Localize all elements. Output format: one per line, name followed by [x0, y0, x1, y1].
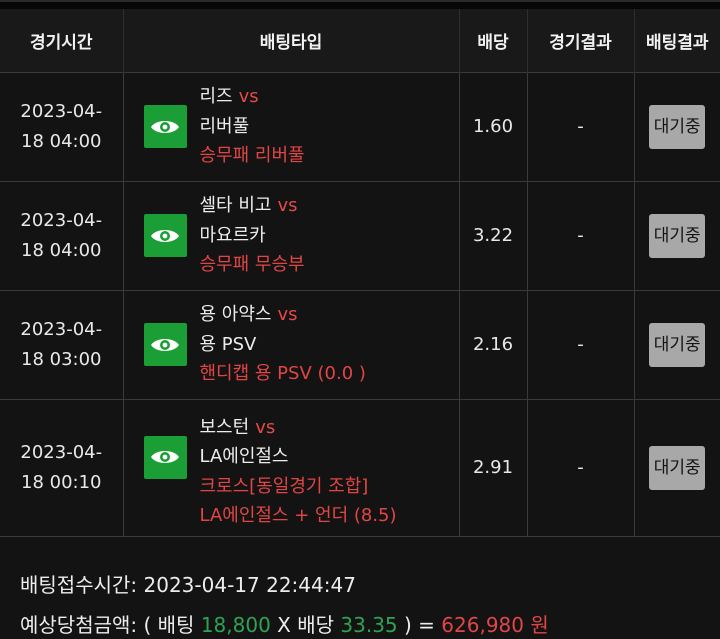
bet-type-cell: 셀타 비고 vs 마요르카 승무패 무승부	[123, 180, 460, 290]
match-time-part: 18 04:00	[21, 130, 102, 152]
total-odds: 33.35	[340, 613, 398, 637]
stake-amount: 18,800	[200, 613, 271, 637]
bet-pick: 승무패 무승부	[199, 254, 305, 276]
expected-payout-line: 예상당첨금액: ( 배팅 18,800 X 배당 33.35 ) = 626,9…	[20, 605, 549, 639]
odds-value: 3.22	[459, 180, 528, 290]
bet-pick: 크로스[동일경기 조합]	[199, 475, 369, 497]
game-result: -	[527, 289, 635, 399]
status-button[interactable]: 대기중	[649, 213, 706, 258]
eye-icon[interactable]	[143, 435, 187, 479]
top-bar-accent	[0, 0, 720, 2]
game-result: -	[527, 71, 635, 181]
header-bet-type: 배팅타입	[123, 9, 460, 72]
bet-type-cell: 리즈 vs 리버풀 승무패 리버풀	[123, 71, 460, 181]
receipt-time-line: 배팅접수시간: 2023-04-17 22:44:47	[20, 565, 549, 605]
vs-label: vs	[277, 195, 298, 217]
bet-summary: 배팅접수시간: 2023-04-17 22:44:47 예상당첨금액: ( 배팅…	[20, 565, 549, 639]
times-odds-label: X 배당	[277, 613, 335, 637]
bet-history-table: 경기시간 배팅타입 배당 경기결과 배팅결과 2023-04- 18 04:00 …	[0, 9, 720, 537]
bet-type-cell: 용 아약스 vs 용 PSV 핸디캡 용 PSV (0.0 )	[123, 289, 460, 399]
match-time: 2023-04- 18 04:00	[0, 71, 124, 181]
status-button[interactable]: 대기중	[649, 104, 706, 149]
eye-icon[interactable]	[143, 323, 187, 366]
table-row: 2023-04- 18 04:00 리즈 vs 리버풀 승무패 리버풀 1.60 -…	[0, 71, 720, 181]
header-time: 경기시간	[0, 9, 124, 72]
home-team: 용 아약스	[199, 304, 272, 326]
bet-pick-detail: LA에인절스 + 언더 (8.5)	[199, 505, 397, 526]
match-date-part: 2023-04-	[20, 100, 103, 122]
odds-value: 2.16	[459, 289, 528, 399]
away-team: 리버풀	[199, 115, 250, 137]
match-time-part: 18 03:00	[21, 348, 102, 370]
match-date-part: 2023-04-	[20, 318, 103, 340]
receipt-time: 2023-04-17 22:44:47	[143, 573, 356, 597]
away-team: 마요르카	[199, 224, 266, 246]
game-result: -	[527, 398, 635, 537]
top-bar	[0, 0, 720, 9]
table-row: 2023-04- 18 03:00 용 아약스 vs 용 PSV 핸디캡 용 PSV…	[0, 289, 720, 399]
away-team: LA에인절스	[199, 446, 289, 467]
status-button[interactable]: 대기중	[649, 322, 706, 367]
match-time-part: 18 04:00	[21, 239, 102, 261]
match-date-part: 2023-04-	[20, 441, 103, 463]
header-bet-result: 배팅결과	[634, 9, 720, 72]
bet-pick: 승무패 리버풀	[199, 145, 305, 167]
away-team: 용 PSV	[199, 333, 257, 355]
vs-label: vs	[277, 304, 298, 326]
payout-amount: 626,980 원	[441, 613, 549, 637]
receipt-label: 배팅접수시간:	[20, 573, 138, 597]
odds-value: 1.60	[459, 71, 528, 181]
match-time: 2023-04- 18 03:00	[0, 289, 124, 399]
table-header-row: 경기시간 배팅타입 배당 경기결과 배팅결과	[0, 9, 720, 72]
eye-icon[interactable]	[143, 214, 187, 257]
home-team: 셀타 비고	[199, 195, 272, 217]
match-time: 2023-04- 18 04:00	[0, 180, 124, 290]
status-button[interactable]: 대기중	[649, 445, 706, 490]
eye-icon[interactable]	[143, 105, 187, 148]
home-team: 리즈	[199, 86, 233, 108]
odds-value: 2.91	[459, 398, 528, 537]
match-time: 2023-04- 18 00:10	[0, 398, 124, 537]
vs-label: vs	[255, 416, 276, 438]
game-result: -	[527, 180, 635, 290]
bet-pick: 핸디캡 용 PSV (0.0 )	[199, 363, 366, 385]
table-row: 2023-04- 18 00:10 보스턴 vs LA에인절스 크로스[동일경기 조…	[0, 398, 720, 537]
expected-label: 예상당첨금액: ( 배팅	[20, 613, 195, 637]
match-time-part: 18 00:10	[21, 471, 102, 493]
header-odds: 배당	[459, 9, 528, 72]
home-team: 보스턴	[199, 416, 250, 438]
table-row: 2023-04- 18 04:00 셀타 비고 vs 마요르카 승무패 무승부 3.…	[0, 180, 720, 290]
header-game-result: 경기결과	[527, 9, 635, 72]
vs-label: vs	[238, 86, 259, 108]
bet-type-cell: 보스턴 vs LA에인절스 크로스[동일경기 조합] LA에인절스 + 언더 (8…	[123, 398, 460, 537]
equals-label: ) =	[404, 613, 435, 637]
match-date-part: 2023-04-	[20, 209, 103, 231]
